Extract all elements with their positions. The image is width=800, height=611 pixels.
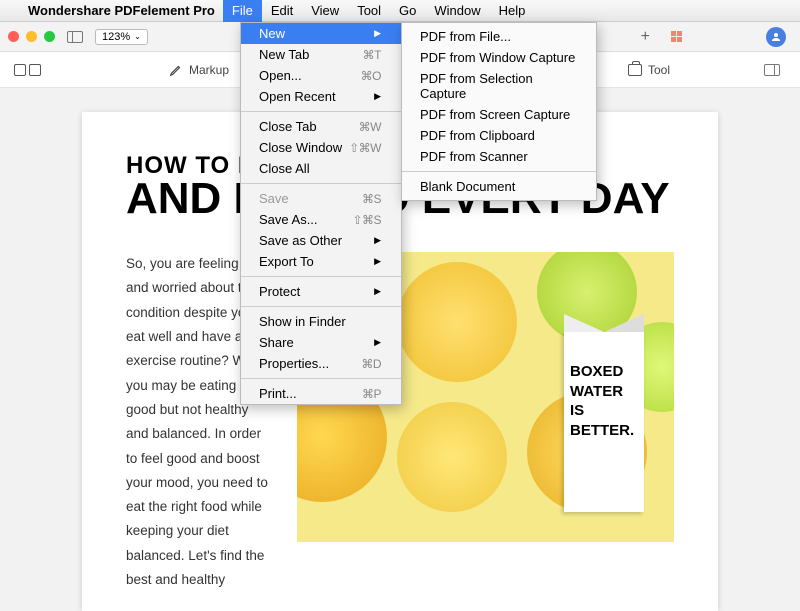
submenu-item-pdf-from-window-capture[interactable]: PDF from Window Capture (402, 47, 596, 68)
close-window-button[interactable] (8, 31, 19, 42)
right-panel-toggle-icon[interactable] (764, 64, 780, 76)
menu-separator (241, 378, 401, 379)
menu-item-print-[interactable]: Print...⌘P (241, 383, 401, 404)
menu-separator (241, 111, 401, 112)
menu-item-save[interactable]: Save⌘S (241, 188, 401, 209)
sidebar-toggle-icon[interactable] (67, 31, 83, 43)
menu-item-properties-[interactable]: Properties...⌘D (241, 353, 401, 374)
menu-go[interactable]: Go (390, 0, 425, 22)
menu-item-show-in-finder[interactable]: Show in Finder (241, 311, 401, 332)
app-grid-icon[interactable] (671, 31, 682, 42)
pen-icon (169, 63, 183, 77)
menu-item-save-as-[interactable]: Save As...⇧⌘S (241, 209, 401, 230)
menu-item-share[interactable]: Share▶ (241, 332, 401, 353)
markup-button[interactable]: Markup (169, 63, 229, 77)
submenu-item-pdf-from-file-[interactable]: PDF from File... (402, 26, 596, 47)
menu-separator (241, 306, 401, 307)
new-tab-button[interactable]: + (641, 28, 650, 46)
menu-separator (241, 183, 401, 184)
submenu-item-blank-document[interactable]: Blank Document (402, 176, 596, 197)
thumbnails-icon[interactable] (14, 64, 26, 76)
traffic-lights (8, 31, 55, 42)
carton-text: BOXED WATER IS BETTER. (564, 332, 644, 512)
submenu-item-pdf-from-screen-capture[interactable]: PDF from Screen Capture (402, 104, 596, 125)
menu-item-open-[interactable]: Open...⌘O (241, 65, 401, 86)
menu-item-protect[interactable]: Protect▶ (241, 281, 401, 302)
thumbnails-icon-2[interactable] (29, 64, 41, 76)
user-avatar[interactable] (766, 27, 786, 47)
new-submenu: PDF from File...PDF from Window CaptureP… (401, 22, 597, 201)
menu-edit[interactable]: Edit (262, 0, 302, 22)
menu-item-export-to[interactable]: Export To▶ (241, 251, 401, 272)
toolbox-icon (628, 64, 642, 76)
submenu-separator (402, 171, 596, 172)
app-name[interactable]: Wondershare PDFelement Pro (20, 3, 223, 18)
file-menu-dropdown: New▶New Tab⌘TOpen...⌘OOpen Recent▶ Close … (240, 22, 402, 405)
menu-item-save-as-other[interactable]: Save as Other▶ (241, 230, 401, 251)
minimize-window-button[interactable] (26, 31, 37, 42)
menu-item-close-window[interactable]: Close Window⇧⌘W (241, 137, 401, 158)
zoom-window-button[interactable] (44, 31, 55, 42)
menu-help[interactable]: Help (490, 0, 535, 22)
menu-item-close-tab[interactable]: Close Tab⌘W (241, 116, 401, 137)
submenu-item-pdf-from-scanner[interactable]: PDF from Scanner (402, 146, 596, 167)
menu-file[interactable]: File (223, 0, 262, 22)
menu-item-close-all[interactable]: Close All (241, 158, 401, 179)
menu-tool[interactable]: Tool (348, 0, 390, 22)
menu-window[interactable]: Window (425, 0, 489, 22)
menu-item-open-recent[interactable]: Open Recent▶ (241, 86, 401, 107)
tool-button[interactable]: Tool (628, 63, 670, 77)
menu-separator (241, 276, 401, 277)
submenu-item-pdf-from-clipboard[interactable]: PDF from Clipboard (402, 125, 596, 146)
menu-item-new-tab[interactable]: New Tab⌘T (241, 44, 401, 65)
submenu-item-pdf-from-selection-capture[interactable]: PDF from Selection Capture (402, 68, 596, 104)
zoom-select[interactable]: 123%⌄ (95, 29, 148, 45)
menu-item-new[interactable]: New▶ (241, 23, 401, 44)
menubar: Wondershare PDFelement Pro FileEditViewT… (0, 0, 800, 22)
menu-view[interactable]: View (302, 0, 348, 22)
